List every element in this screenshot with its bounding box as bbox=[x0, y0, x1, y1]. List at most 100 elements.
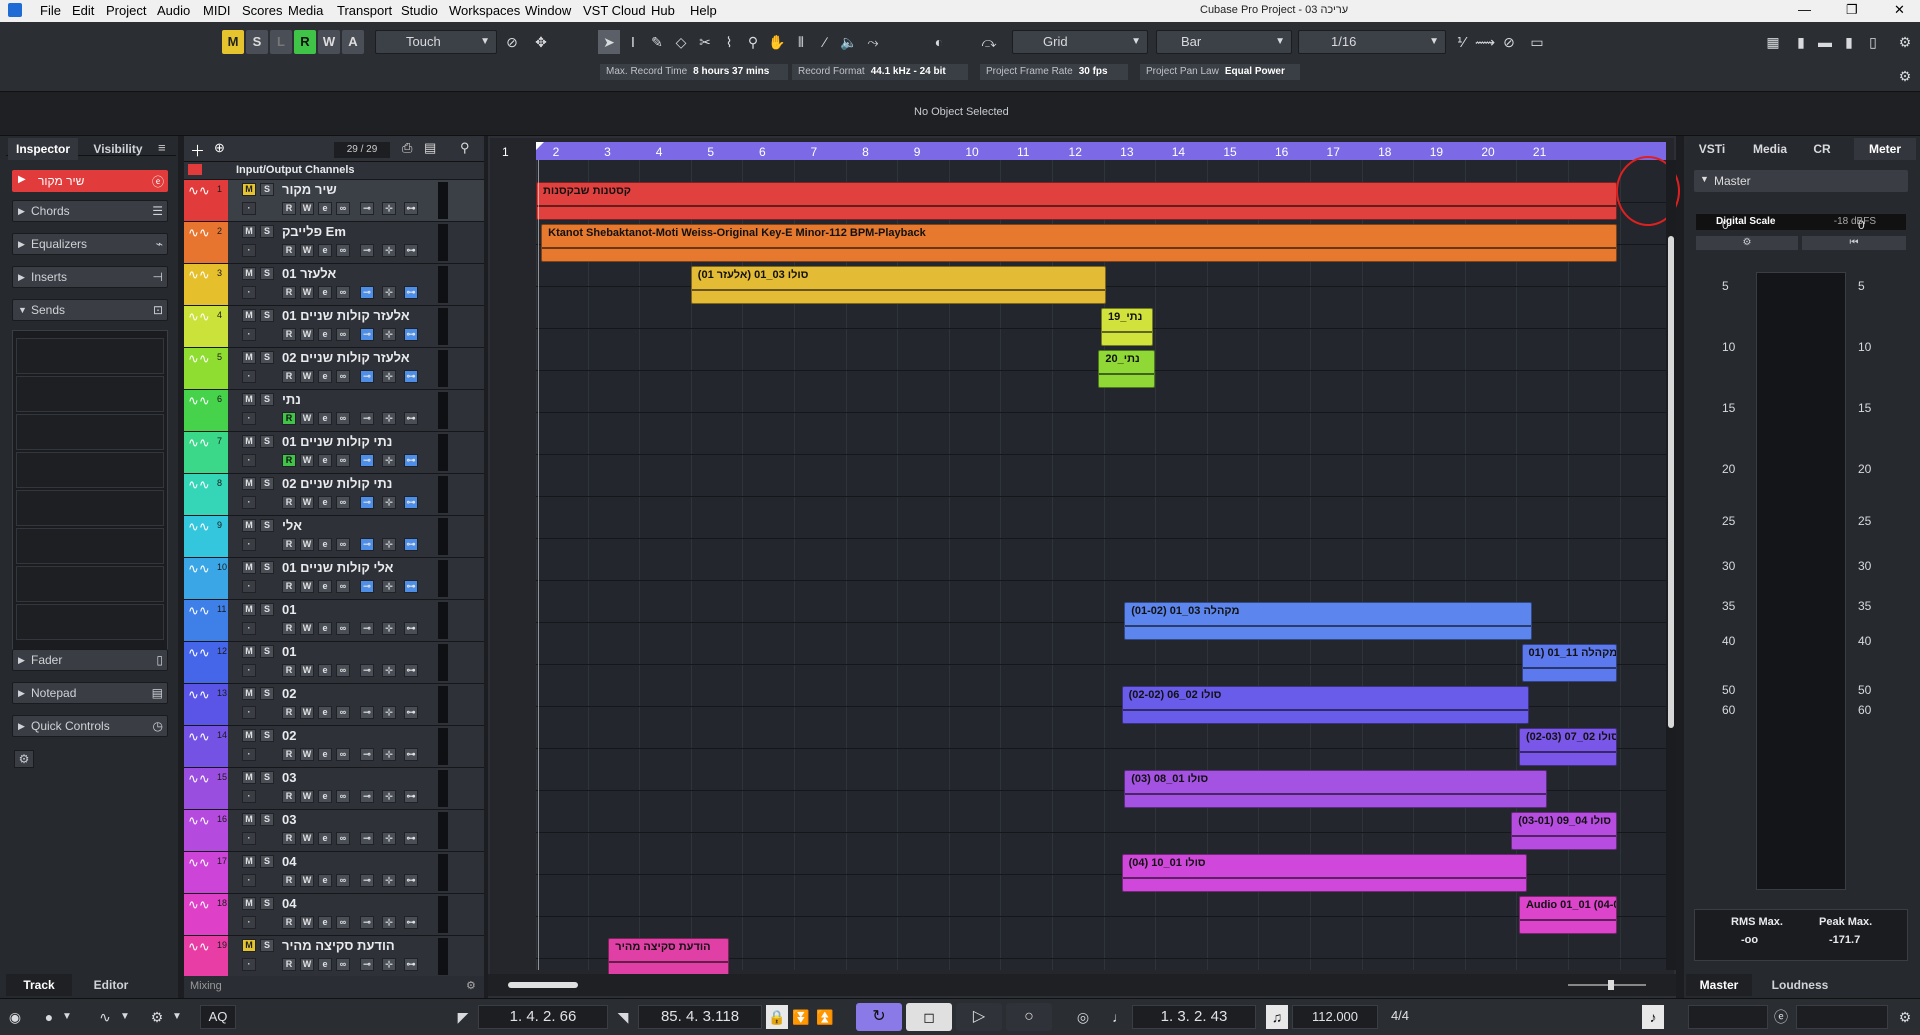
master-channel-header[interactable]: ▼ Master bbox=[1694, 170, 1908, 192]
meter-settings-gear-icon[interactable]: ⚙ bbox=[1696, 236, 1798, 250]
track-row[interactable]: ∿∿ 14 M S 02 · R W e ∞ ⊸ ⊹ ⊶ bbox=[184, 726, 484, 768]
tab-inspector[interactable]: Inspector bbox=[8, 138, 78, 160]
snap-type-select[interactable]: Grid ▼ bbox=[1012, 30, 1148, 54]
monitor-button[interactable]: · bbox=[242, 244, 256, 257]
monitor-button[interactable]: · bbox=[242, 202, 256, 215]
inserts-button[interactable]: ⊹ bbox=[382, 244, 396, 257]
mute-button[interactable]: M bbox=[242, 561, 256, 574]
edit-channel-button[interactable]: e bbox=[318, 706, 332, 719]
audio-event[interactable]: סולו 02_06 (02-02) bbox=[1121, 686, 1530, 724]
link-button[interactable]: ∞ bbox=[336, 412, 350, 425]
read-button[interactable]: R bbox=[282, 706, 296, 719]
read-button[interactable]: R bbox=[282, 370, 296, 383]
automation-button[interactable]: ⊶ bbox=[404, 412, 418, 425]
inserts-button[interactable]: ⊹ bbox=[382, 916, 396, 929]
quantize-select[interactable]: 1/16 ▼ bbox=[1298, 30, 1446, 54]
monitor-button[interactable]: · bbox=[242, 790, 256, 803]
track-name[interactable]: אלעזר קולות שניים 01 bbox=[282, 308, 410, 323]
marker-field[interactable] bbox=[1688, 1005, 1768, 1029]
menu-studio[interactable]: Studio bbox=[401, 3, 438, 18]
settings-gear-icon[interactable]: ⚙ bbox=[466, 979, 476, 992]
lanes-button[interactable]: ⊸ bbox=[360, 748, 374, 761]
menu-file[interactable]: File bbox=[40, 3, 61, 18]
minimize-icon[interactable]: — bbox=[1798, 2, 1811, 17]
click-icon[interactable]: ♪ bbox=[1642, 1005, 1664, 1029]
level-field[interactable] bbox=[1796, 1005, 1888, 1029]
audio-event[interactable]: סולו 01_10 (04) bbox=[1121, 854, 1527, 892]
tab-media[interactable]: Media bbox=[1742, 138, 1798, 160]
track-name[interactable]: נתי קולות שניים 01 bbox=[282, 434, 392, 449]
ruler[interactable]: 2 3 4 5 6 7 8 9 10 11 12 13 14 15 16 17 18 19 20 21 bbox=[536, 142, 1666, 160]
send-slot[interactable] bbox=[16, 490, 164, 526]
edit-channel-icon[interactable]: ⓔ bbox=[152, 173, 164, 190]
track-color-strip[interactable]: ∿∿ 11 bbox=[184, 600, 228, 641]
track-row[interactable]: ∿∿ 16 M S 03 · R W e ∞ ⊸ ⊹ ⊶ bbox=[184, 810, 484, 852]
read-button[interactable]: R bbox=[282, 328, 296, 341]
section-fader[interactable]: ▶ Fader ▯ bbox=[12, 649, 168, 671]
read-button[interactable]: R bbox=[282, 790, 296, 803]
lanes-button[interactable]: ⊸ bbox=[360, 328, 374, 341]
inserts-button[interactable]: ⊹ bbox=[382, 412, 396, 425]
track-color-strip[interactable]: ∿∿ 5 bbox=[184, 348, 228, 389]
track-color-strip[interactable]: ∿∿ 14 bbox=[184, 726, 228, 767]
edit-channel-button[interactable]: e bbox=[318, 286, 332, 299]
tab-loudness[interactable]: Loudness bbox=[1760, 974, 1840, 996]
zoom-handle[interactable] bbox=[1608, 980, 1614, 990]
menu-project[interactable]: Project bbox=[106, 3, 146, 18]
edit-channel-button[interactable]: e bbox=[318, 664, 332, 677]
lanes-button[interactable]: ⊸ bbox=[360, 832, 374, 845]
audio-event[interactable]: נתי_19 bbox=[1101, 308, 1153, 346]
menu-hub[interactable]: Hub bbox=[651, 3, 675, 18]
snapshot-icon[interactable]: ⎙ bbox=[402, 140, 412, 156]
inserts-button[interactable]: ⊹ bbox=[382, 874, 396, 887]
hand-tool-icon[interactable]: ✋ bbox=[766, 30, 788, 54]
io-folder-row[interactable]: Input/Output Channels bbox=[184, 162, 484, 180]
solo-button[interactable]: S bbox=[260, 687, 274, 700]
inserts-button[interactable]: ⊹ bbox=[382, 328, 396, 341]
send-slot[interactable] bbox=[16, 338, 164, 374]
section-equalizers[interactable]: ▶ Equalizers ⌁ bbox=[12, 233, 168, 255]
track-name[interactable]: 02 bbox=[282, 728, 296, 743]
lanes-button[interactable]: ⊸ bbox=[360, 958, 374, 971]
menu-transport[interactable]: Transport bbox=[337, 3, 392, 18]
solo-button[interactable]: S bbox=[260, 645, 274, 658]
left-locator-marker[interactable] bbox=[536, 142, 544, 150]
inserts-button[interactable]: ⊹ bbox=[382, 202, 396, 215]
mute-button[interactable]: M bbox=[242, 393, 256, 406]
lanes-button[interactable]: ⊸ bbox=[360, 202, 374, 215]
listen-button[interactable]: L bbox=[270, 30, 292, 54]
read-button[interactable]: R bbox=[282, 454, 296, 467]
lanes-button[interactable]: ⊸ bbox=[360, 706, 374, 719]
write-button[interactable]: W bbox=[300, 580, 314, 593]
section-chords[interactable]: ▶ Chords ☰ bbox=[12, 200, 168, 222]
write-button[interactable]: W bbox=[300, 790, 314, 803]
lanes-button[interactable]: ⊸ bbox=[360, 916, 374, 929]
automation-mode-select[interactable]: Touch ▼ bbox=[375, 30, 497, 54]
lanes-button[interactable]: ⊸ bbox=[360, 286, 374, 299]
track-row[interactable]: ∿∿ 3 M S אלעזר 01 · R W e ∞ ⊸ ⊹ ⊶ bbox=[184, 264, 484, 306]
automation-button[interactable]: ⊶ bbox=[404, 958, 418, 971]
write-button[interactable]: W bbox=[300, 748, 314, 761]
punch-in-icon[interactable]: ⏬ bbox=[790, 1005, 812, 1029]
mute-button[interactable]: M bbox=[242, 771, 256, 784]
read-button[interactable]: R bbox=[282, 202, 296, 215]
track-row[interactable]: ∿∿ 7 M S נתי קולות שניים 01 · R W e ∞ ⊸ ⊹… bbox=[184, 432, 484, 474]
read-button[interactable]: R bbox=[282, 916, 296, 929]
solo-button[interactable]: S bbox=[260, 771, 274, 784]
inserts-button[interactable]: ⊹ bbox=[382, 790, 396, 803]
track-color-strip[interactable]: ∿∿ 10 bbox=[184, 558, 228, 599]
solo-button[interactable]: S bbox=[260, 183, 274, 196]
mute-button[interactable]: M bbox=[242, 435, 256, 448]
track-color-strip[interactable]: ∿∿ 6 bbox=[184, 390, 228, 431]
solo-button[interactable]: S bbox=[260, 519, 274, 532]
mute-tool-icon[interactable]: 🔈 bbox=[838, 30, 860, 54]
cycle-button[interactable]: ↻ bbox=[856, 1003, 902, 1031]
auto-quantize-icon[interactable]: ⊘ bbox=[1498, 30, 1520, 54]
link-button[interactable]: ∞ bbox=[336, 664, 350, 677]
stop-button[interactable]: ◻ bbox=[906, 1003, 952, 1031]
audition-button[interactable]: A bbox=[342, 30, 364, 54]
monitor-button[interactable]: · bbox=[242, 580, 256, 593]
lanes-button[interactable]: ⊸ bbox=[360, 664, 374, 677]
mute-button[interactable]: M bbox=[242, 351, 256, 364]
write-button[interactable]: W bbox=[300, 916, 314, 929]
